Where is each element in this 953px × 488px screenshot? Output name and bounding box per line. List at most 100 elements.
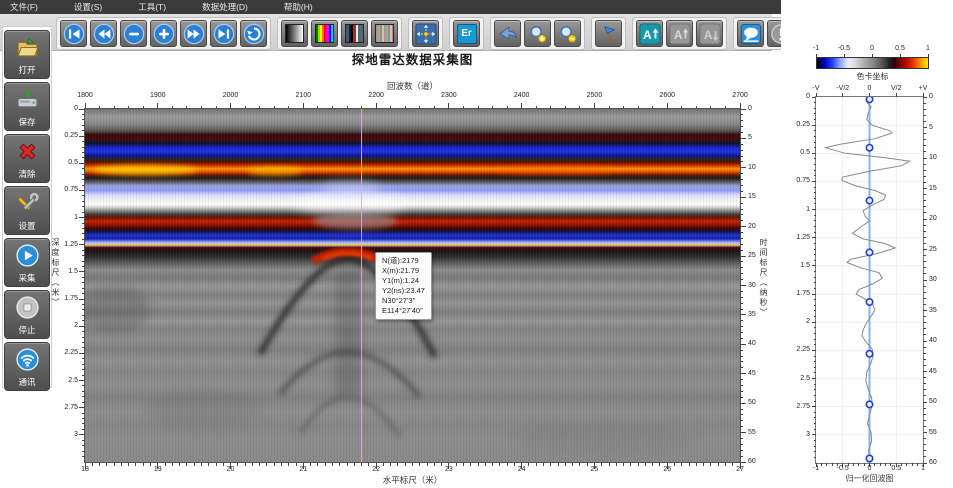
tick-mark: [470, 463, 471, 466]
tick-label: 2200: [361, 92, 391, 99]
clear-button[interactable]: 清除: [4, 134, 50, 183]
tick-mark: [82, 445, 85, 446]
comm-button[interactable]: 通讯: [4, 342, 50, 391]
font-up-icon: A: [639, 23, 661, 45]
tick-mark: [390, 463, 391, 466]
tick-label: 10: [929, 154, 945, 161]
er-tool-button[interactable]: Er: [453, 20, 480, 47]
tick-mark: [814, 316, 817, 317]
tick-mark: [848, 463, 849, 466]
tick-mark: [579, 463, 580, 466]
tick-label: 3: [56, 431, 78, 438]
waveform-plot[interactable]: [816, 97, 923, 463]
tooltip-line: E114°27'40": [382, 306, 425, 316]
font-up-button[interactable]: A: [636, 20, 663, 47]
tick-mark: [923, 432, 927, 433]
menu-item-2[interactable]: 工具(T): [138, 1, 166, 13]
acquire-button[interactable]: 采集: [4, 238, 50, 287]
tick-mark: [814, 158, 817, 159]
tick-mark: [740, 250, 743, 251]
open-button[interactable]: 打开: [4, 30, 50, 79]
tick-mark: [923, 188, 927, 189]
tick-mark: [917, 463, 918, 466]
tick-mark: [528, 463, 529, 466]
tick-mark: [923, 383, 926, 384]
palette-stripe-icon: [375, 24, 394, 43]
message-button[interactable]: [737, 20, 764, 47]
tick-label: 20: [748, 223, 764, 230]
palette-rainbow-button[interactable]: [311, 20, 338, 47]
tick-label: 40: [929, 337, 945, 344]
font-a-2-button[interactable]: A: [696, 20, 723, 47]
tick-mark: [740, 167, 746, 168]
rewind-button[interactable]: [90, 20, 117, 47]
undo-button[interactable]: [494, 20, 521, 47]
tick-mark: [368, 463, 369, 466]
save-button-label: 保存: [18, 118, 35, 127]
fast-forward-button[interactable]: [180, 20, 207, 47]
save-button[interactable]: 保存: [4, 82, 50, 131]
tick-mark: [740, 373, 746, 374]
menu-item-0[interactable]: 文件(F): [10, 1, 38, 13]
tick-mark: [296, 463, 297, 466]
tick-mark: [710, 106, 711, 109]
tick-label: 5: [929, 124, 945, 131]
font-a-1-icon: A: [669, 23, 691, 45]
tick-mark: [732, 463, 733, 466]
tick-mark: [79, 190, 85, 191]
tick-mark: [923, 164, 926, 165]
tick-mark: [579, 106, 580, 109]
plus-button[interactable]: [150, 20, 177, 47]
tick-mark: [814, 440, 817, 441]
tick-mark: [864, 463, 865, 466]
tick-mark: [740, 285, 746, 286]
tick-mark: [82, 402, 85, 403]
prev-frame-button[interactable]: [60, 20, 87, 47]
tick-mark: [812, 209, 816, 210]
palette-dark-button[interactable]: [341, 20, 368, 47]
palette-dark-icon: [345, 24, 364, 43]
zoom-out-button[interactable]: [554, 20, 581, 47]
settings-button[interactable]: 设置: [4, 186, 50, 235]
tick-mark: [923, 267, 926, 268]
radargram-plot[interactable]: N(道):2179X(m):21.79Y1(m):1.24Y2(ns):23.4…: [85, 109, 740, 462]
tick-mark: [923, 103, 926, 104]
tick-mark: [923, 182, 926, 183]
tick-label: 1: [911, 465, 935, 472]
tick-label: 24: [507, 466, 537, 473]
tick-mark: [601, 463, 602, 466]
trace-settings-button[interactable]: [412, 20, 439, 47]
menu-item-4[interactable]: 帮助(H): [284, 1, 313, 13]
tick-mark: [325, 463, 326, 466]
tick-mark: [550, 463, 551, 466]
tick-label: 21: [288, 466, 318, 473]
flag-button[interactable]: [595, 20, 622, 47]
tick-mark: [172, 106, 173, 109]
zoom-in-button[interactable]: [524, 20, 551, 47]
tick-mark: [179, 463, 180, 466]
tick-mark: [441, 463, 442, 466]
tick-mark: [890, 463, 891, 466]
minus-button[interactable]: [120, 20, 147, 47]
tick-mark: [740, 114, 743, 115]
next-frame-button[interactable]: [210, 20, 237, 47]
tick-mark: [638, 106, 639, 109]
refresh-button[interactable]: [240, 20, 267, 47]
font-a-1-button[interactable]: A: [666, 20, 693, 47]
tick-mark: [82, 391, 85, 392]
tick-mark: [923, 292, 926, 293]
tick-mark: [812, 294, 816, 295]
tick-mark: [492, 463, 493, 466]
menu-item-1[interactable]: 设置(S): [74, 1, 102, 13]
tick-mark: [82, 369, 85, 370]
tick-mark: [923, 444, 926, 445]
palette-stripe-button[interactable]: [371, 20, 398, 47]
stop-button[interactable]: 停止: [4, 290, 50, 339]
tick-mark: [696, 106, 697, 109]
tick-mark: [740, 214, 743, 215]
menu-item-3[interactable]: 数据处理(D): [202, 1, 248, 13]
tick-mark: [82, 223, 85, 224]
palette-gray-button[interactable]: [281, 20, 308, 47]
tick-mark: [201, 106, 202, 109]
tick-mark: [814, 198, 817, 199]
